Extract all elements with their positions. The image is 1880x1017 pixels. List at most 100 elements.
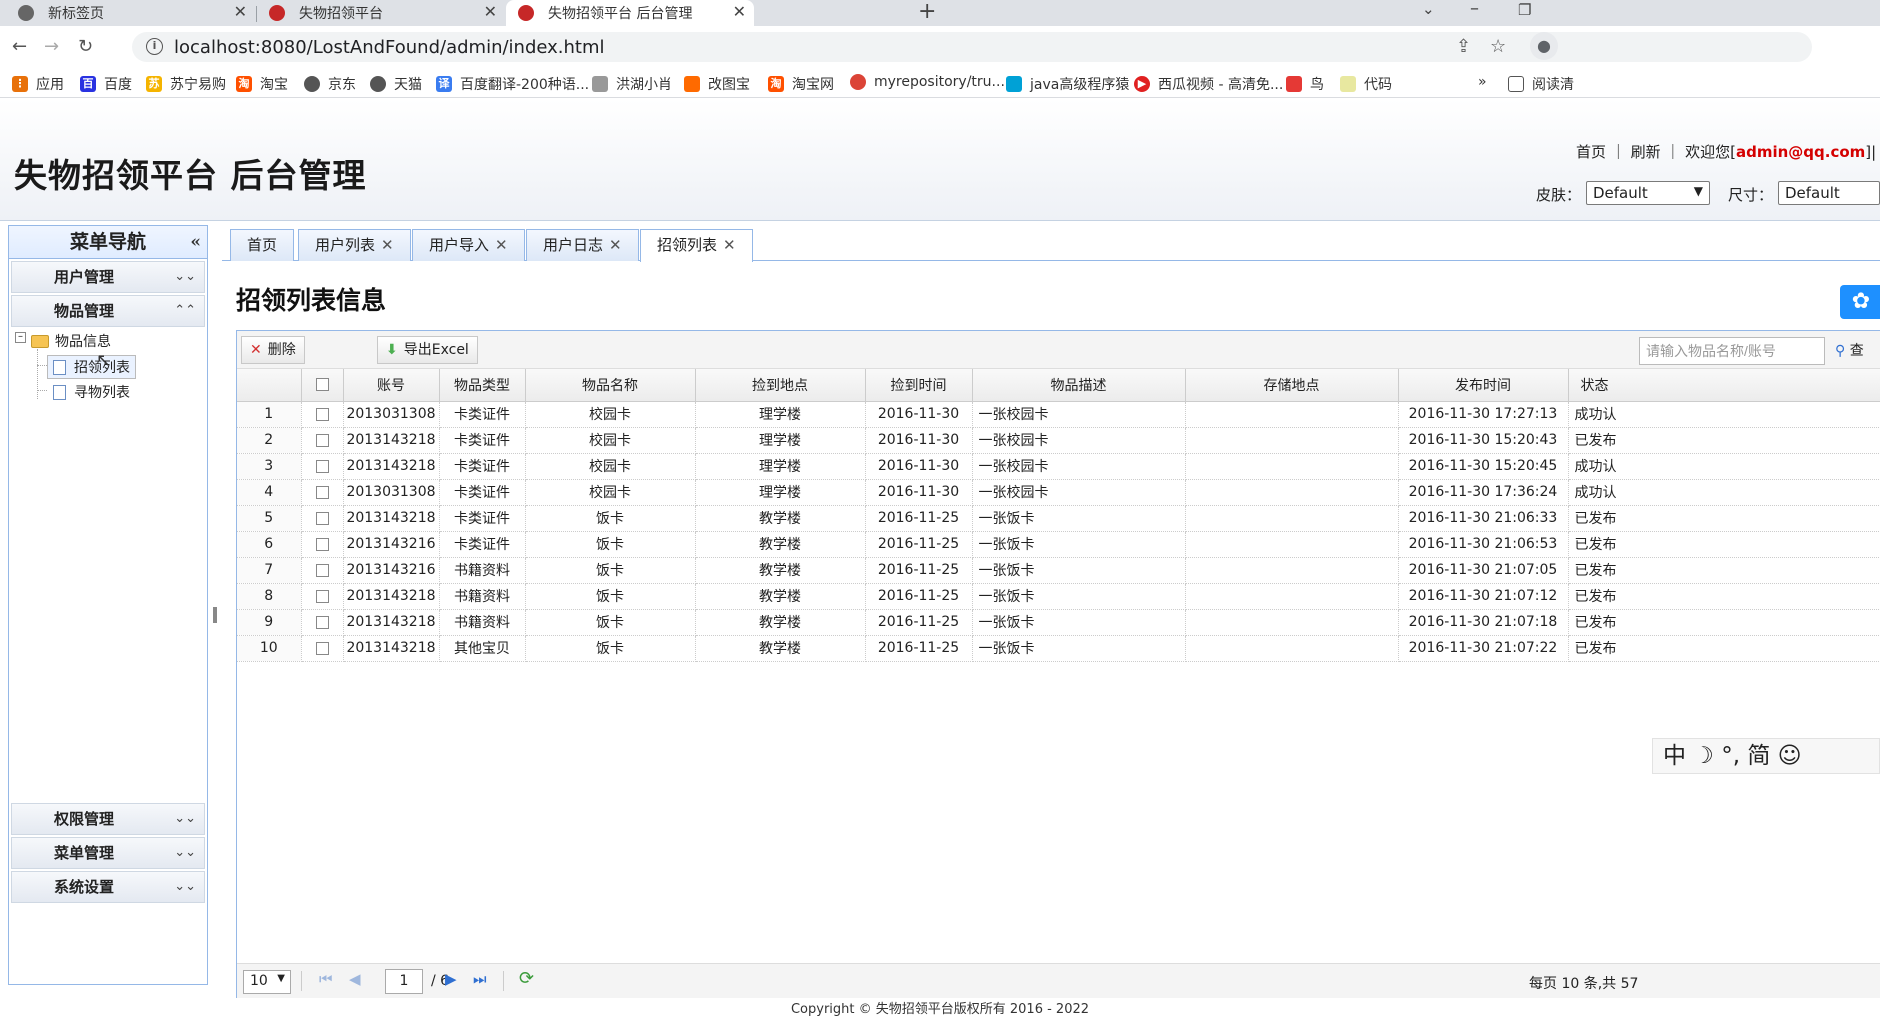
table-row[interactable]: 3 2013143218 卡类证件 校园卡 理学楼 2016-11-30 一张校园卡 2016… [237,453,1880,480]
table-row[interactable]: 4 2013031308 卡类证件 校园卡 理学楼 2016-11-30 一张校园卡 2016… [237,479,1880,506]
row-select-cell[interactable] [301,453,344,480]
collapse-icon[interactable]: « [190,226,201,259]
bookmark-taobao[interactable]: 淘淘宝 [236,74,288,94]
row-select-cell[interactable] [301,635,344,662]
sidebar-group-menus[interactable]: 菜单管理 ⌄⌄ [11,837,205,869]
table-row[interactable]: 9 2013143218 书籍资料 饭卡 教学楼 2016-11-25 一张饭卡 2016-1… [237,609,1880,636]
column-header[interactable]: 物品描述 [972,369,1186,402]
tab-user-log[interactable]: 用户日志 ✕ [526,229,639,261]
select-all-checkbox[interactable] [315,378,329,392]
column-header[interactable]: 账号 [343,369,440,402]
bookmark-code[interactable]: 代码 [1340,74,1392,94]
close-icon[interactable]: ✕ [609,236,622,254]
tree-folder-item-info[interactable]: 物品信息 [31,331,111,351]
row-checkbox[interactable] [315,537,329,551]
column-header[interactable]: 物品名称 [525,369,696,402]
row-select-cell[interactable] [301,531,344,558]
search-button[interactable]: ⚲ 查 [1835,340,1864,360]
collapse-node-icon[interactable]: – [15,332,26,343]
address-bar[interactable]: i localhost:8080/LostAndFound/admin/inde… [132,32,1812,62]
bookmark-honghu[interactable]: 洪湖小肖 [592,74,672,94]
close-icon[interactable]: ✕ [234,2,247,21]
bookmark-xigua[interactable]: ▶ 西瓜视频 - 高清免... [1134,74,1283,94]
table-row[interactable]: 8 2013143218 书籍资料 饭卡 教学楼 2016-11-25 一张饭卡 2016-1… [237,583,1880,610]
table-row[interactable]: 1 2013031308 卡类证件 校园卡 理学楼 2016-11-30 一张校园卡 2016… [237,401,1880,428]
row-checkbox[interactable] [315,485,329,499]
bookmark-baidu[interactable]: 百百度 [80,74,132,94]
prev-page-icon[interactable]: ◀ [349,970,361,988]
close-icon[interactable]: ✕ [495,236,508,254]
sidebar-group-permissions[interactable]: 权限管理 ⌄⌄ [11,803,205,835]
row-checkbox[interactable] [315,407,329,421]
browser-tab-admin[interactable]: 失物招领平台 后台管理 ✕ [506,0,754,26]
tree-item-lost-list[interactable]: 寻物列表 [53,382,130,402]
bookmark-suning[interactable]: 苏苏宁易购 [146,74,226,94]
bookmark-star-icon[interactable]: ☆ [1490,36,1506,57]
site-info-icon[interactable]: i [146,38,163,55]
share-icon[interactable]: ⇪ [1456,36,1471,57]
row-select-cell[interactable] [301,479,344,506]
row-select-cell[interactable] [301,505,344,532]
sidebar-group-items[interactable]: 物品管理 ⌃⌃ [11,295,205,327]
bookmark-tmall[interactable]: 天猫 [370,74,422,94]
row-select-cell[interactable] [301,609,344,636]
close-icon[interactable]: ✕ [381,236,394,254]
column-header[interactable]: 发布时间 [1398,369,1569,402]
export-excel-button[interactable]: ⬇ 导出Excel [377,336,478,364]
bookmark-myrepository[interactable]: myrepository/tru... [850,74,1005,90]
table-row[interactable]: 6 2013143216 卡类证件 饭卡 教学楼 2016-11-25 一张饭卡 2016-1… [237,531,1880,558]
search-input[interactable] [1639,337,1825,365]
more-bookmarks-icon[interactable]: » [1478,74,1487,90]
bookmark-java[interactable]: java高级程序猿 [1006,74,1129,94]
browser-tab-newtab[interactable]: 新标签页 ✕ [0,0,255,26]
close-icon[interactable]: ✕ [723,236,736,254]
back-arrow-icon[interactable]: ← [12,36,27,57]
next-page-icon[interactable]: ▶ [445,970,457,988]
row-checkbox[interactable] [315,641,329,655]
row-checkbox[interactable] [315,511,329,525]
url-text[interactable]: localhost:8080/LostAndFound/admin/index.… [174,37,605,58]
first-page-icon[interactable]: ⏮ [319,970,333,988]
table-row[interactable]: 2 2013143218 卡类证件 校园卡 理学楼 2016-11-30 一张校园卡 2016… [237,427,1880,454]
minimize-icon[interactable]: – [1470,0,1479,19]
close-icon[interactable]: ✕ [733,2,746,21]
row-select-cell[interactable] [301,427,344,454]
skin-select[interactable]: Default ▼ [1586,181,1710,205]
bookmark-apps[interactable]: ⋮ 应用 [12,74,64,94]
close-icon[interactable]: ✕ [484,2,497,21]
tab-search-chevron-icon[interactable]: ⌄ [1422,0,1435,18]
delete-button[interactable]: ✕ 删除 [241,336,305,364]
sidebar-splitter[interactable] [210,225,216,985]
row-select-cell[interactable] [301,583,344,610]
column-header[interactable]: 捡到地点 [695,369,866,402]
profile-avatar-icon[interactable]: ● [1530,32,1558,60]
forward-arrow-icon[interactable]: → [44,36,59,57]
browser-tab-platform[interactable]: 失物招领平台 ✕ [257,0,505,26]
sidebar-group-settings[interactable]: 系统设置 ⌄⌄ [11,871,205,903]
bookmark-baidu-translate[interactable]: 译百度翻译-200种语... [436,74,589,94]
tab-claim-list[interactable]: 招领列表 ✕ [640,229,753,262]
row-checkbox[interactable] [315,433,329,447]
row-checkbox[interactable] [315,589,329,603]
column-header[interactable]: 物品类型 [439,369,526,402]
row-select-cell[interactable] [301,557,344,584]
page-size-select[interactable]: 10 ▼ [243,970,291,994]
column-header[interactable]: 状态 [1568,369,1880,402]
bookmark-taobao-net[interactable]: 淘淘宝网 [768,74,834,94]
reading-list[interactable]: 阅读清 [1508,74,1574,94]
tree-item-claim-list[interactable]: 招领列表 [47,355,136,379]
row-checkbox[interactable] [315,563,329,577]
reload-icon[interactable]: ↻ [78,36,93,57]
ime-toolbar[interactable]: 中 ☽ °, 简 ☺ [1652,738,1880,774]
page-number-input[interactable]: 1 [385,969,423,994]
sidebar-group-users[interactable]: 用户管理 ⌄⌄ [11,261,205,293]
bookmark-bird[interactable]: 鸟 [1286,74,1324,94]
new-tab-icon[interactable]: + [918,0,936,24]
refresh-icon[interactable]: ⟳ [519,968,534,989]
splitter-handle[interactable] [213,607,217,623]
last-page-icon[interactable]: ⏭ [473,970,487,988]
bookmark-jd[interactable]: 京东 [304,74,356,94]
size-select[interactable]: Default [1778,181,1880,205]
column-header[interactable]: 存储地点 [1185,369,1399,402]
tab-user-list[interactable]: 用户列表 ✕ [298,229,411,261]
